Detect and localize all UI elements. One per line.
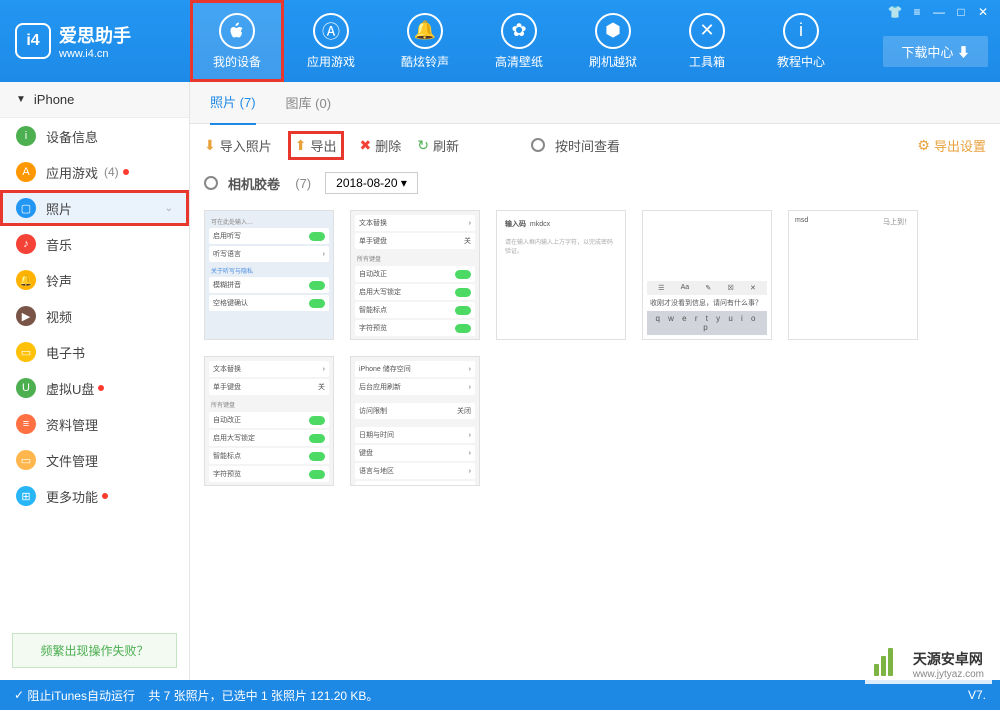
device-header[interactable]: ▼ iPhone <box>0 82 189 118</box>
apple-icon <box>219 13 255 49</box>
date-selector[interactable]: 2018-08-20 ▾ <box>325 172 418 194</box>
tab-photos[interactable]: 照片 (7) <box>210 80 256 125</box>
download-center-button[interactable]: 下载中心 ⬇ <box>883 36 988 67</box>
sidebar-item-files[interactable]: ▭ 文件管理 <box>0 442 189 478</box>
sidebar-item-music[interactable]: ♪ 音乐 <box>0 226 189 262</box>
chevron-down-icon: ▼ <box>16 94 26 105</box>
radio-icon <box>531 138 545 152</box>
photo-grid: 可在此处输入… 启用听写 听写语言› 关于听写与隐私 模糊拼音 空格键确认 文本… <box>190 200 1000 680</box>
delete-icon: ✖ <box>360 137 372 154</box>
tab-gallery[interactable]: 图库 (0) <box>286 81 332 124</box>
photo-thumb[interactable]: msd马上到！ <box>788 210 918 340</box>
view-by-time-button[interactable]: 按时间查看 <box>531 136 620 155</box>
itunes-block-toggle[interactable]: 阻止iTunes自动运行 <box>27 687 135 704</box>
gear-icon: ⚙ <box>917 137 930 154</box>
export-settings-button[interactable]: ⚙ 导出设置 <box>917 136 986 155</box>
flower-icon: ✿ <box>501 13 537 49</box>
sidebar-item-device-info[interactable]: i 设备信息 <box>0 118 189 154</box>
main-content: 照片 (7) 图库 (0) ⬇ 导入照片 ⬆ 导出 ✖ 删除 ↻ 刷新 <box>190 82 1000 680</box>
photo-thumb[interactable]: 文本替换› 单手键盘关 所有键盘 自动改正 启用大写锁定 智能标点 字符预览 <box>204 356 334 486</box>
box-icon: ⬢ <box>595 13 631 49</box>
toolbar: ⬇ 导入照片 ⬆ 导出 ✖ 删除 ↻ 刷新 按时间查看 ⚙ <box>190 124 1000 166</box>
photo-thumb[interactable]: 可在此处输入… 启用听写 听写语言› 关于听写与隐私 模糊拼音 空格键确认 <box>204 210 334 340</box>
main-nav: 我的设备 Ⓐ 应用游戏 🔔 酷炫铃声 ✿ 高清壁纸 ⬢ 刷机越狱 ✕ 工具箱 i… <box>190 0 1000 82</box>
sidebar-item-udisk[interactable]: U 虚拟U盘 <box>0 370 189 406</box>
export-button[interactable]: ⬆ 导出 <box>288 131 344 160</box>
logo-area: i4 爱思助手 www.i4.cn <box>0 22 190 60</box>
status-info: 共 7 张照片，已选中 1 张照片 121.20 KB。 <box>148 687 378 704</box>
sidebar-item-apps[interactable]: A 应用游戏 (4) <box>0 154 189 190</box>
sidebar-item-ebooks[interactable]: ▭ 电子书 <box>0 334 189 370</box>
refresh-button[interactable]: ↻ 刷新 <box>417 136 459 155</box>
filter-row: 相机胶卷 (7) 2018-08-20 ▾ <box>190 166 1000 200</box>
app-icon: Ⓐ <box>313 13 349 49</box>
sidebar-item-data[interactable]: ≡ 资料管理 <box>0 406 189 442</box>
nav-apps[interactable]: Ⓐ 应用游戏 <box>284 0 378 82</box>
notification-dot <box>98 385 104 391</box>
sidebar-item-video[interactable]: ▶ 视频 <box>0 298 189 334</box>
app-subtitle: www.i4.cn <box>59 48 131 60</box>
import-button[interactable]: ⬇ 导入照片 <box>204 136 272 155</box>
album-radio[interactable]: 相机胶卷 (7) <box>204 174 311 193</box>
usb-icon: U <box>16 378 36 398</box>
tab-bar: 照片 (7) 图库 (0) <box>190 82 1000 124</box>
app-header: i4 爱思助手 www.i4.cn 我的设备 Ⓐ 应用游戏 🔔 酷炫铃声 ✿ 高… <box>0 0 1000 82</box>
help-button[interactable]: 频繁出现操作失败？ <box>12 633 177 668</box>
nav-tutorials[interactable]: i 教程中心 <box>754 0 848 82</box>
book-icon: ▭ <box>16 342 36 362</box>
photo-thumb[interactable]: iPhone 储存空间› 后台应用刷新› 访问限制关闭 日期与时间› 键盘› 语… <box>350 356 480 486</box>
maximize-button[interactable]: □ <box>950 4 972 20</box>
app-icon: A <box>16 162 36 182</box>
version-label: V7. <box>968 688 986 702</box>
nav-toolbox[interactable]: ✕ 工具箱 <box>660 0 754 82</box>
notification-dot <box>102 493 108 499</box>
minimize-button[interactable]: — <box>928 4 950 20</box>
close-button[interactable]: ✕ <box>972 4 994 20</box>
grid-icon: ⊞ <box>16 486 36 506</box>
music-icon: ♪ <box>16 234 36 254</box>
info-icon: i <box>16 126 36 146</box>
sidebar: ▼ iPhone i 设备信息 A 应用游戏 (4) ▢ 照片 ⌄ ♪ 音乐 🔔… <box>0 82 190 680</box>
logo-icon: i4 <box>15 23 51 59</box>
status-bar: ✓ 阻止iTunes自动运行 共 7 张照片，已选中 1 张照片 121.20 … <box>0 680 1000 710</box>
nav-flash[interactable]: ⬢ 刷机越狱 <box>566 0 660 82</box>
nav-ringtones[interactable]: 🔔 酷炫铃声 <box>378 0 472 82</box>
sidebar-item-photos[interactable]: ▢ 照片 ⌄ <box>0 190 189 226</box>
folder-icon: ▭ <box>16 450 36 470</box>
tshirt-icon[interactable]: 👕 <box>884 4 906 20</box>
chevron-down-icon: ⌄ <box>165 203 173 214</box>
window-controls: 👕 ≡ — □ ✕ <box>884 4 994 20</box>
download-icon: ⬇ <box>957 45 970 60</box>
photo-thumb[interactable]: 输入码 mkdcx 请在输入框内输入上方字符，以完成密码验证。 <box>496 210 626 340</box>
video-icon: ▶ <box>16 306 36 326</box>
check-icon: ✓ <box>14 688 24 702</box>
photo-icon: ▢ <box>16 198 36 218</box>
wrench-icon: ✕ <box>689 13 725 49</box>
watermark: 天源安卓网 www.jytyaz.com <box>865 644 992 684</box>
sidebar-item-more[interactable]: ⊞ 更多功能 <box>0 478 189 514</box>
notification-dot <box>123 169 129 175</box>
photo-thumb[interactable]: ☰Aa✎☒✕ 收刚才没看到信息，请问有什么事？ q w e r t y u i … <box>642 210 772 340</box>
watermark-icon <box>873 648 905 680</box>
app-title: 爱思助手 <box>59 22 131 48</box>
menu-icon[interactable]: ≡ <box>906 4 928 20</box>
refresh-icon: ↻ <box>417 137 429 154</box>
radio-icon <box>204 176 218 190</box>
photo-thumb[interactable]: 文本替换› 单手键盘关 所有键盘 自动改正 启用大写锁定 智能标点 字符预览 <box>350 210 480 340</box>
export-icon: ⬆ <box>295 137 307 154</box>
sidebar-item-ringtones[interactable]: 🔔 铃声 <box>0 262 189 298</box>
bell-icon: 🔔 <box>16 270 36 290</box>
import-icon: ⬇ <box>204 137 216 154</box>
delete-button[interactable]: ✖ 删除 <box>360 136 402 155</box>
chevron-down-icon: ▾ <box>401 176 407 190</box>
nav-wallpapers[interactable]: ✿ 高清壁纸 <box>472 0 566 82</box>
info-icon: i <box>783 13 819 49</box>
bell-icon: 🔔 <box>407 13 443 49</box>
nav-my-device[interactable]: 我的设备 <box>190 0 284 82</box>
list-icon: ≡ <box>16 414 36 434</box>
